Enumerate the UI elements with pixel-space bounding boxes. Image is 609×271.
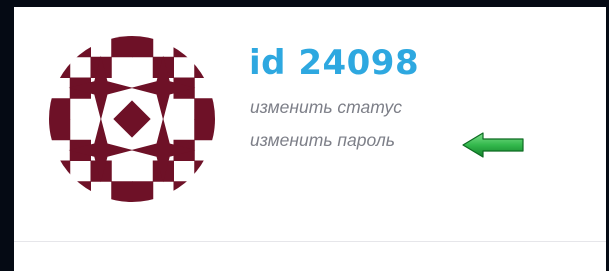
change-status-link[interactable]: изменить статус xyxy=(250,96,402,118)
section-divider xyxy=(14,241,606,242)
profile-card: id 24098 изменить статус изменить пароль xyxy=(14,7,606,271)
screenshot-frame: id 24098 изменить статус изменить пароль xyxy=(0,0,609,271)
profile-id-heading: id 24098 xyxy=(249,43,420,83)
identicon-icon xyxy=(49,36,215,202)
avatar[interactable] xyxy=(49,36,215,202)
change-password-link[interactable]: изменить пароль xyxy=(250,129,395,151)
green-arrow-icon xyxy=(462,132,524,158)
